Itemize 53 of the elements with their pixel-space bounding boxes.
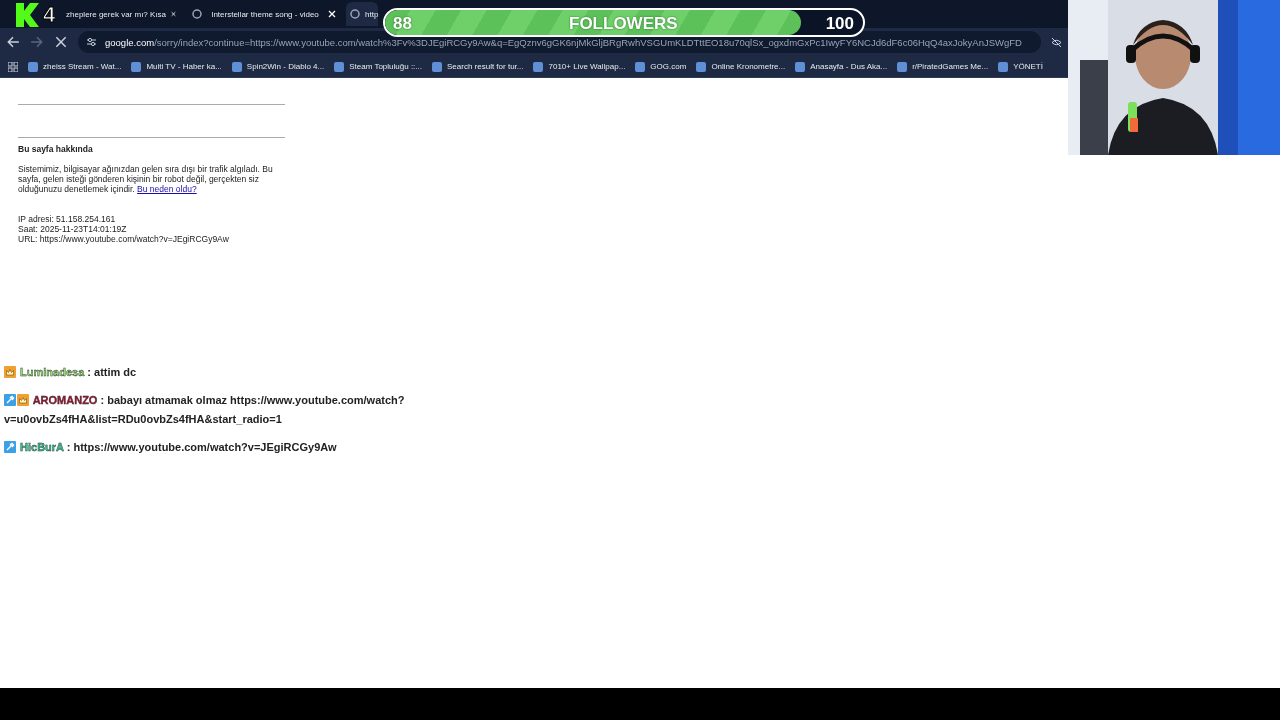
detail-line: Saat: 2025-11-23T14:01:19Z bbox=[18, 224, 128, 234]
chat-message: Luminadesa : attim dc bbox=[4, 363, 474, 382]
bookmark[interactable]: YÖNETİ bbox=[998, 61, 1043, 72]
eye-off-icon[interactable] bbox=[1051, 36, 1062, 48]
bookmark[interactable]: Steam Topluluğu ::... bbox=[334, 61, 422, 72]
goal-target: 100 bbox=[825, 14, 854, 34]
wrench-badge-icon bbox=[4, 394, 16, 406]
bookmark[interactable]: Search result for tur... bbox=[432, 61, 524, 72]
wrench-badge-icon bbox=[4, 441, 16, 453]
bookmark[interactable]: Spin2Win - Diablo 4... bbox=[231, 61, 325, 72]
section-heading: Bu sayfa hakkında bbox=[18, 144, 94, 154]
bookmark[interactable]: GOG.com bbox=[635, 61, 687, 72]
favicon-icon bbox=[635, 61, 646, 72]
goal-label: FOLLOWERS bbox=[569, 14, 678, 34]
favicon-icon bbox=[231, 61, 242, 72]
site-settings-icon bbox=[86, 37, 97, 47]
bookmark[interactable]: Multi TV - Haber ka... bbox=[131, 61, 222, 72]
browser-tab[interactable]: http bbox=[346, 2, 379, 26]
favicon-icon bbox=[334, 61, 345, 72]
favicon-icon bbox=[131, 61, 142, 72]
back-icon[interactable] bbox=[6, 35, 20, 49]
favicon-icon bbox=[28, 61, 38, 72]
bookmark[interactable]: Online Kronometre... bbox=[696, 61, 786, 72]
favicon-icon bbox=[432, 61, 442, 72]
bookmark[interactable]: 7010+ Live Wallpap... bbox=[533, 61, 626, 72]
favicon-icon bbox=[998, 61, 1009, 72]
detail-line: URL: https://www.youtube.com/watch?v=JEgiRCGy9Aw bbox=[18, 234, 230, 244]
follower-count: 88 bbox=[393, 14, 412, 34]
bookmark[interactable]: zheiss Stream - Wat... bbox=[28, 61, 122, 72]
bookmark[interactable]: r/PiratedGames Me... bbox=[897, 61, 989, 72]
help-link[interactable]: Bu neden oldu? bbox=[137, 184, 197, 194]
close-icon bbox=[328, 10, 336, 18]
detail-line: IP adresi: 51.158.254.161 bbox=[18, 214, 117, 224]
apps-icon[interactable] bbox=[8, 61, 18, 72]
logo-number: 4 bbox=[43, 2, 56, 28]
browser-tab[interactable]: Interstellar theme song - video bbox=[186, 2, 342, 26]
favicon-icon bbox=[350, 9, 360, 19]
address-url: google.com/sorry/index?continue=https://www.youtube.com/watch%3Fv%3DJEgiRCGy9Aw&q=EgQznv6gGK6njMkGljBRgRwhVSGUmKLDTttEO18u70qlSx_ogxdmGxPc1IwyFY6NCJd6dF6c06HqQ4axJokyAnJSWgFD bbox=[105, 36, 1022, 48]
favicon-icon bbox=[795, 61, 806, 72]
favicon-icon bbox=[533, 61, 544, 72]
paragraph: Sistemimiz, bilgisayar ağınızdan gelen sıra dışı bir trafik algıladı. Bu sayfa, gelen isteği gönderen kişinin bir robot değil, gerçekten siz olduğunuzu denetlemek içindir. Bu neden oldu? bbox=[18, 164, 274, 194]
stop-icon[interactable] bbox=[54, 35, 68, 49]
crown-badge-icon bbox=[17, 394, 29, 406]
bookmark[interactable]: Anasayfa - Dus Aka... bbox=[795, 61, 888, 72]
k-logo-icon bbox=[14, 2, 40, 28]
favicon-icon bbox=[897, 61, 908, 72]
chat-message: HicBurA : https://www.youtube.com/watch?v=JEgiRCGy9Aw bbox=[4, 438, 474, 457]
browser-tab[interactable]: zheplere gerek var mı? Kısa bbox=[60, 2, 182, 26]
crown-badge-icon bbox=[4, 366, 16, 378]
favicon-icon bbox=[696, 61, 707, 72]
chat-message: AROMANZO : babayı atmamak olmaz https://www.youtube.com/watch?v=u0ovbZs4fHA&list=RDu0ovbZs4fHA&start_radio=1 bbox=[4, 393, 406, 427]
close-icon bbox=[171, 10, 176, 18]
favicon-icon bbox=[192, 9, 202, 19]
